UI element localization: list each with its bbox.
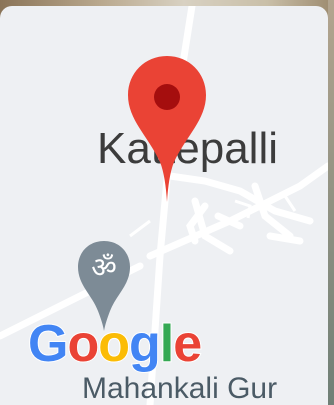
google-logo: Google [27,314,203,374]
location-pin-icon[interactable] [126,54,208,204]
logo-letter-e: e [172,314,203,374]
map-preview-card[interactable]: Kattepalli ॐ Google Mahankali Gur [0,6,328,405]
poi-label: Mahankali Gur [82,372,278,405]
logo-letter-g2: g [128,314,162,374]
right-edge-strip [328,0,334,405]
logo-letter-l: l [159,314,176,374]
logo-letter-o1: o [66,314,100,374]
logo-letter-o2: o [97,314,131,374]
logo-letter-g: G [27,314,69,374]
svg-text:ॐ: ॐ [91,251,117,284]
